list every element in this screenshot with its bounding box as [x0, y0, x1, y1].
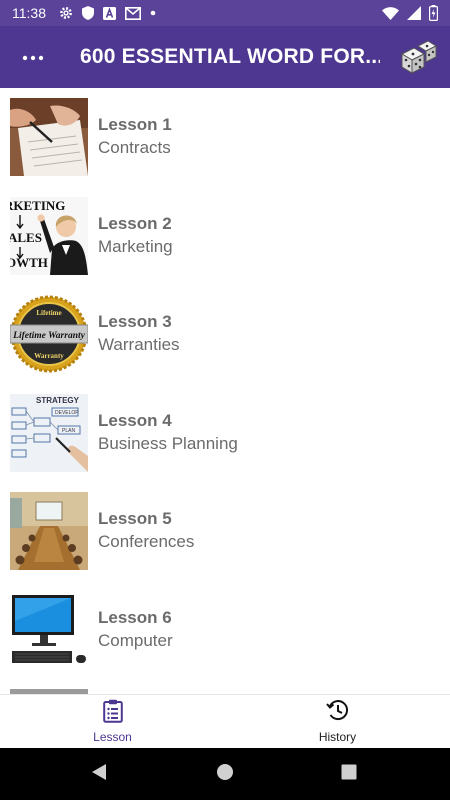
marketing-whiteboard-photo: RKETING ALES OWTH — [10, 196, 88, 275]
gear-icon — [59, 6, 73, 20]
lesson-name: Warranties — [98, 335, 180, 355]
marketing-word-3: OWTH — [10, 255, 48, 270]
shield-icon — [82, 6, 94, 20]
home-button[interactable] — [215, 763, 235, 786]
lesson-name: Conferences — [98, 532, 195, 552]
marketing-word-1: RKETING — [10, 198, 65, 213]
seal-top-text: Lifetime — [36, 309, 61, 317]
contract-signing-photo — [10, 98, 88, 177]
system-navigation-bar — [0, 748, 450, 800]
conference-room-photo — [10, 492, 88, 571]
lesson-item-4[interactable]: STRATEGY DEVELOP PLAN Lesson 4 Business … — [0, 384, 450, 483]
app-title: 600 ESSENTIAL WORD FOR... — [80, 45, 380, 68]
dot-icon — [150, 10, 156, 16]
lesson-number: Lesson 1 — [98, 115, 172, 135]
lesson-name: Business Planning — [98, 433, 238, 453]
lesson-name: Computer — [98, 630, 173, 650]
gmail-icon — [125, 6, 141, 20]
lesson-number: Lesson 2 — [98, 213, 172, 233]
more-dots-icon — [22, 48, 44, 66]
lesson-list[interactable]: Lesson 1 Contracts RKETING ALES OWTH Les… — [0, 88, 450, 694]
lesson-number: Lesson 4 — [98, 410, 172, 430]
back-icon — [90, 763, 108, 786]
strategy-word-3: PLAN — [62, 428, 75, 434]
lifetime-warranty-seal: Lifetime Lifetime Warranty Warranty — [10, 295, 88, 374]
bottom-navigation: Lesson History — [0, 694, 450, 748]
seal-middle-text: Lifetime Warranty — [12, 331, 85, 341]
strategy-word-1: STRATEGY — [36, 396, 80, 405]
lesson-item-1[interactable]: Lesson 1 Contracts — [0, 88, 450, 187]
history-clock-icon — [325, 699, 350, 728]
back-button[interactable] — [89, 763, 109, 786]
a-box-icon — [103, 6, 116, 20]
status-bar: 11:38 — [0, 0, 450, 26]
lesson-number: Lesson 6 — [98, 607, 172, 627]
tab-lesson-label: Lesson — [93, 730, 132, 744]
strategy-word-2: DEVELOP — [55, 410, 79, 416]
strategy-diagram-photo: STRATEGY DEVELOP PLAN — [10, 393, 88, 472]
tab-history-label: History — [318, 730, 357, 744]
recents-button[interactable] — [339, 764, 359, 784]
wifi-icon — [382, 6, 399, 20]
lesson-item-2[interactable]: RKETING ALES OWTH Lesson 2 Marketing — [0, 187, 450, 286]
lesson-item-partial[interactable] — [0, 679, 450, 694]
lesson-item-5[interactable]: Lesson 5 Conferences — [0, 482, 450, 581]
menu-button[interactable] — [0, 26, 66, 88]
lesson-item-3[interactable]: Lifetime Lifetime Warranty Warranty Less… — [0, 285, 450, 384]
lesson-name: Marketing — [98, 236, 173, 256]
lesson-item-6[interactable]: Lesson 6 Computer — [0, 581, 450, 680]
marketing-word-2: ALES — [10, 230, 42, 245]
dice-icon — [398, 40, 438, 82]
tab-lesson[interactable]: Lesson — [0, 695, 225, 748]
random-dice-button[interactable] — [398, 38, 438, 78]
battery-icon — [429, 5, 438, 21]
desktop-computer-photo — [10, 590, 88, 669]
status-time: 11:38 — [12, 5, 46, 21]
lesson-name: Contracts — [98, 138, 171, 158]
lesson-number: Lesson 3 — [98, 312, 172, 332]
clipboard-list-icon — [102, 699, 123, 728]
seal-bottom-text: Warranty — [34, 352, 64, 360]
home-icon — [216, 763, 234, 786]
recents-icon — [340, 763, 358, 786]
tab-history[interactable]: History — [225, 695, 450, 748]
signal-icon — [407, 6, 421, 20]
lesson-number: Lesson 5 — [98, 509, 172, 529]
app-bar: 600 ESSENTIAL WORD FOR... — [0, 26, 450, 88]
